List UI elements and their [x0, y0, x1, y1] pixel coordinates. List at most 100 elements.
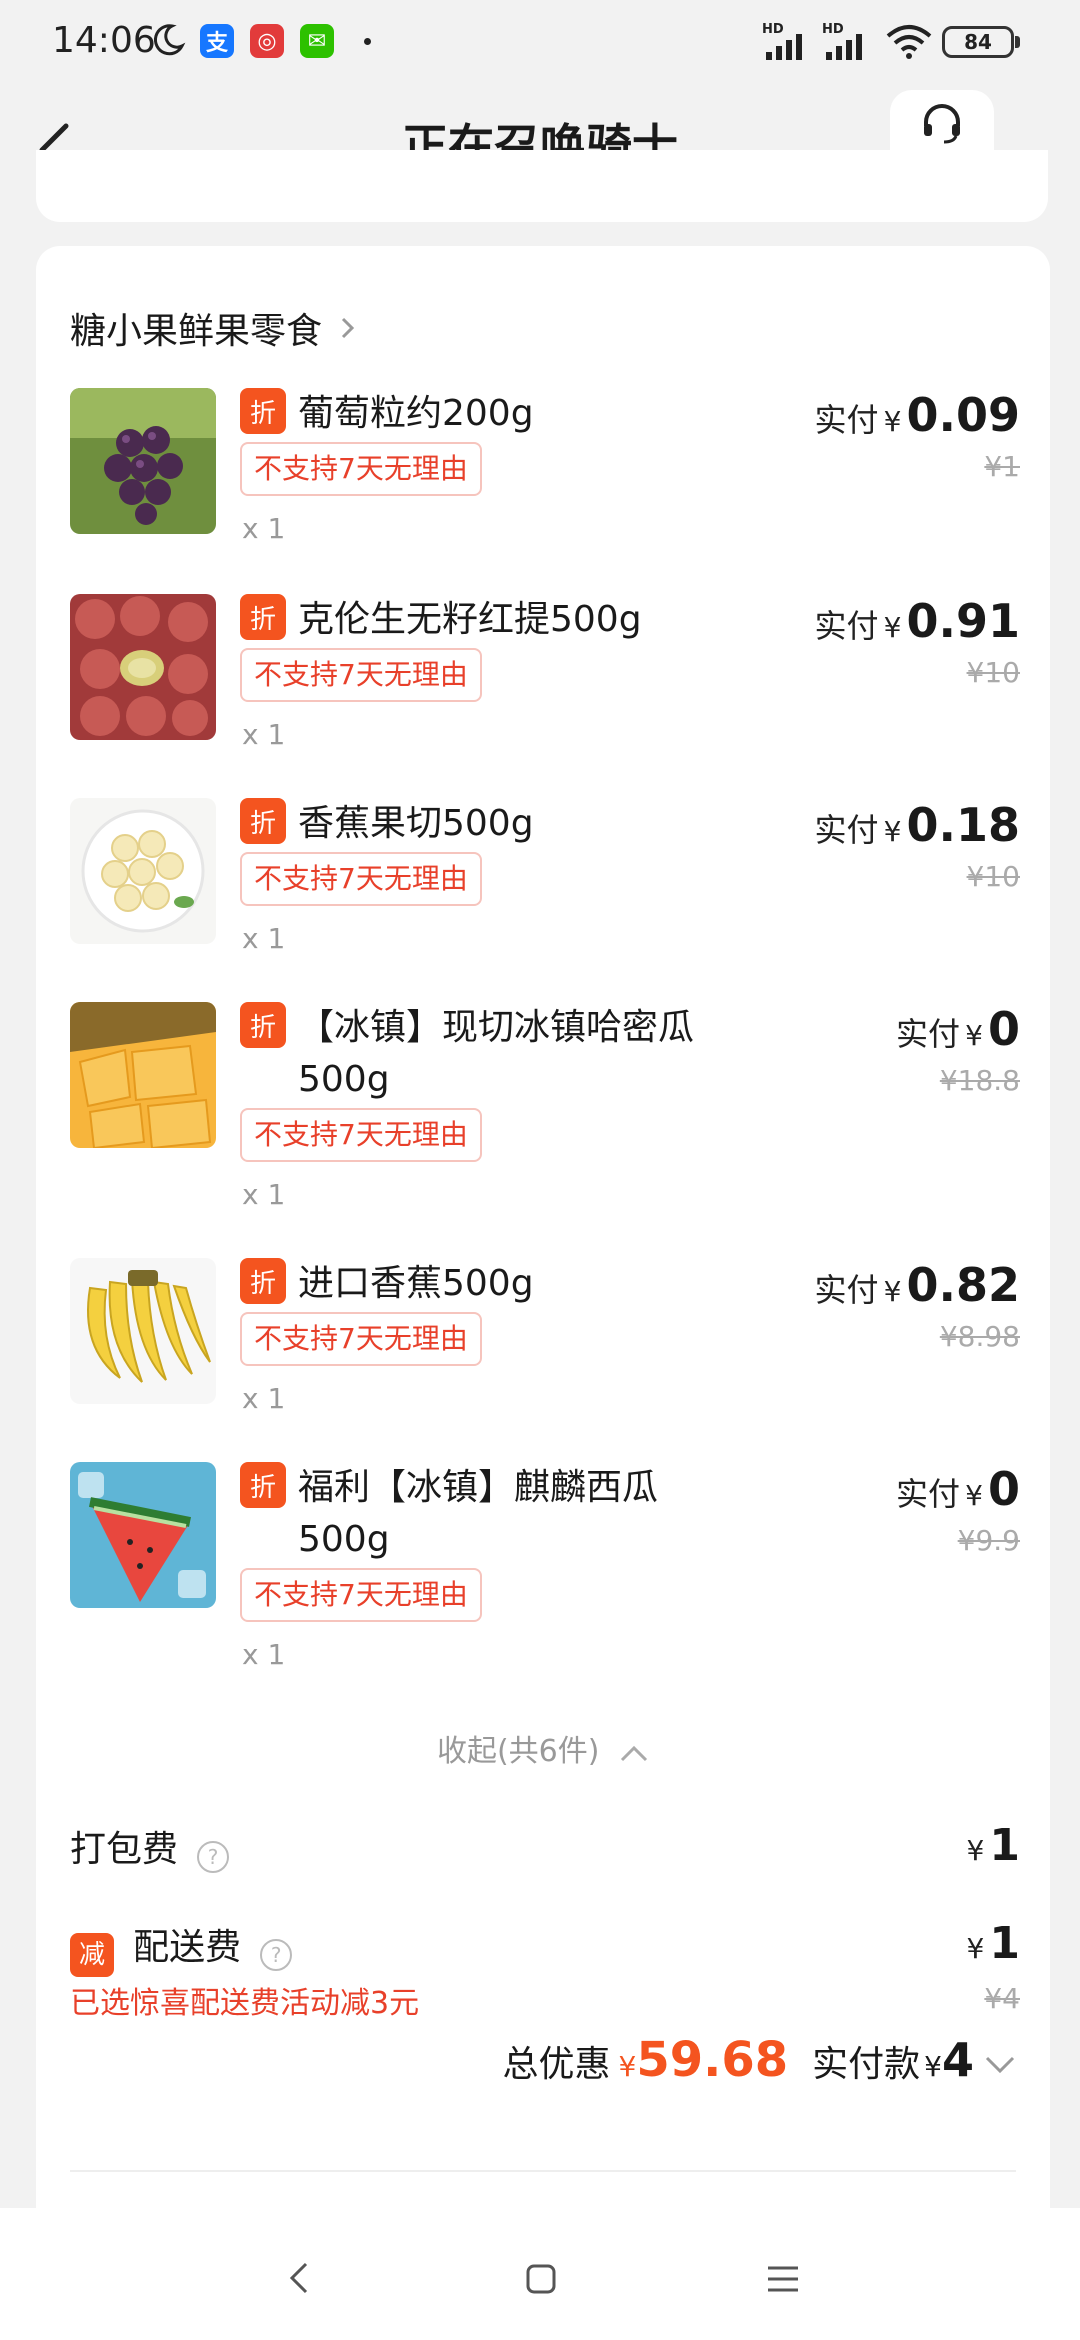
list-item[interactable]: 折 进口香蕉500g 不支持7天无理由 x 1 实付 ¥ 0.82 ¥8.98	[70, 1258, 1020, 1428]
item-qty: x 1	[242, 1638, 286, 1671]
policy-tag: 不支持7天无理由	[240, 1108, 482, 1162]
original-price: ¥9.9	[957, 1524, 1020, 1557]
item-qty: x 1	[242, 922, 286, 955]
yen-symbol: ¥	[965, 1019, 983, 1052]
alipay-icon: 支	[200, 24, 234, 58]
discount-badge: 折	[240, 1462, 286, 1508]
yen-symbol: ¥	[883, 611, 902, 644]
nav-home-icon[interactable]	[510, 2248, 570, 2308]
previous-card-edge	[36, 150, 1048, 222]
original-price: ¥18.8	[939, 1064, 1020, 1097]
paid-price: 实付 ¥ 0.09	[814, 388, 1020, 442]
policy-tag: 不支持7天无理由	[240, 1312, 482, 1366]
yen-symbol: ¥	[883, 1275, 902, 1308]
yen-symbol: ¥	[883, 405, 902, 438]
discount-badge: 折	[240, 388, 286, 434]
chevron-down-icon	[985, 2056, 1015, 2074]
discount-badge: 折	[240, 798, 286, 844]
nav-menu-icon[interactable]	[752, 2248, 812, 2308]
original-price: ¥8.98	[939, 1320, 1020, 1353]
discount-badge: 折	[240, 594, 286, 640]
wechat-icon: ✉	[300, 24, 334, 58]
list-item[interactable]: 折 香蕉果切500g 不支持7天无理由 x 1 实付 ¥ 0.18 ¥10	[70, 798, 1020, 968]
paid-total-value: 4	[941, 2033, 974, 2087]
paid-price: 实付 ¥ 0.91	[814, 594, 1020, 648]
yen-symbol: ¥	[618, 2050, 637, 2083]
nav-back-icon[interactable]	[270, 2248, 330, 2308]
packing-fee-row: 打包费 ? ¥ 1	[70, 1820, 1020, 1880]
total-discount-value: 59.68	[636, 2032, 789, 2088]
delivery-fee-row: 减 配送费 ? ¥ 1 已选惊喜配送费活动减3元 ¥4	[70, 1918, 1020, 2028]
wifi-icon	[886, 25, 932, 59]
paid-value: 0.18	[906, 798, 1021, 852]
delivery-promo-note: 已选惊喜配送费活动减3元	[70, 1986, 420, 2021]
shop-name: 糖小果鲜果零食	[70, 311, 323, 352]
battery-indicator: 84	[942, 26, 1020, 58]
delivery-fee-amount: ¥ 1	[966, 1918, 1020, 1969]
moon-icon	[153, 24, 186, 56]
list-item[interactable]: 折 克伦生无籽红提500g 不支持7天无理由 x 1 实付 ¥ 0.91 ¥10	[70, 594, 1020, 764]
paid-label: 实付	[895, 1015, 960, 1053]
paid-label: 实付	[814, 1271, 879, 1309]
collapse-label: 收起(共6件)	[436, 1734, 600, 1769]
discount-badge: 折	[240, 1258, 286, 1304]
order-card: 糖小果鲜果零食 折 葡萄粒约200g 不支持7天无理由 x 1 实付 ¥ 0.0…	[36, 246, 1050, 2246]
order-total[interactable]: 总优惠 ¥ 59.68 实付款 ¥ 4	[502, 2032, 1016, 2088]
red-grape-thumbnail	[70, 594, 216, 740]
delivery-fee-original: ¥4	[984, 1982, 1020, 2015]
item-qty: x 1	[242, 1178, 286, 1211]
policy-tag: 不支持7天无理由	[240, 648, 482, 702]
paid-value: 0.09	[906, 388, 1021, 442]
collapse-items-button[interactable]: 收起(共6件)	[36, 1726, 1050, 1770]
banana-slices-thumbnail	[70, 798, 216, 944]
policy-tag: 不支持7天无理由	[240, 852, 482, 906]
watermelon-thumbnail	[70, 1462, 216, 1608]
chevron-up-icon	[620, 1745, 648, 1761]
item-qty: x 1	[242, 1382, 286, 1415]
yen-symbol: ¥	[883, 815, 902, 848]
item-name: 香蕉果切500g	[298, 803, 534, 844]
headset-icon	[924, 104, 960, 144]
item-name: 【冰镇】现切冰镇哈密瓜500g	[298, 1007, 695, 1100]
item-name: 克伦生无籽红提500g	[298, 599, 642, 640]
app-red-icon: ◎	[250, 24, 284, 58]
paid-total-label: 实付款	[812, 2044, 921, 2085]
help-icon[interactable]: ?	[260, 1938, 293, 1971]
item-name: 进口香蕉500g	[298, 1263, 534, 1304]
paid-value: 0	[987, 1002, 1020, 1056]
item-qty: x 1	[242, 512, 286, 545]
paid-value: 0.91	[906, 594, 1021, 648]
policy-tag: 不支持7天无理由	[240, 442, 482, 496]
signal-icon-1	[766, 34, 802, 60]
list-item[interactable]: 折 葡萄粒约200g 不支持7天无理由 x 1 实付 ¥ 0.09 ¥1	[70, 388, 1020, 558]
yen-symbol: ¥	[965, 1479, 983, 1512]
banana-thumbnail	[70, 1258, 216, 1404]
paid-price: 实付 ¥ 0.18	[814, 798, 1020, 852]
original-price: ¥1	[984, 450, 1020, 483]
list-item[interactable]: 折 福利【冰镇】麒麟西瓜500g 不支持7天无理由 x 1 实付 ¥ 0 ¥9.…	[70, 1462, 1020, 1682]
help-icon[interactable]: ?	[197, 1840, 230, 1873]
packing-fee-value: 1	[989, 1820, 1020, 1871]
delivery-fee-value: 1	[989, 1918, 1020, 1969]
list-item[interactable]: 折 【冰镇】现切冰镇哈密瓜500g 不支持7天无理由 x 1 实付 ¥ 0 ¥1…	[70, 1002, 1020, 1222]
total-discount-label: 总优惠	[502, 2044, 611, 2085]
discount-badge: 折	[240, 1002, 286, 1048]
paid-value: 0.82	[906, 1258, 1021, 1312]
original-price: ¥10	[966, 656, 1020, 689]
paid-label: 实付	[814, 401, 879, 439]
packing-fee-amount: ¥ 1	[966, 1820, 1020, 1871]
grape-thumbnail	[70, 388, 216, 534]
paid-price: 实付 ¥ 0	[896, 1462, 1020, 1516]
signal-icon-2	[826, 34, 862, 60]
item-name: 福利【冰镇】麒麟西瓜500g	[298, 1467, 659, 1560]
shop-link[interactable]: 糖小果鲜果零食	[70, 298, 360, 358]
status-time: 14:06	[52, 20, 156, 61]
delivery-fee-label: 配送费	[133, 1927, 242, 1968]
reduce-badge: 减	[70, 1932, 114, 1977]
yen-symbol: ¥	[966, 1834, 985, 1867]
divider	[70, 2170, 1016, 2172]
yen-symbol: ¥	[924, 2050, 942, 2083]
melon-thumbnail	[70, 1002, 216, 1148]
policy-tag: 不支持7天无理由	[240, 1568, 482, 1622]
paid-value: 0	[987, 1462, 1020, 1516]
